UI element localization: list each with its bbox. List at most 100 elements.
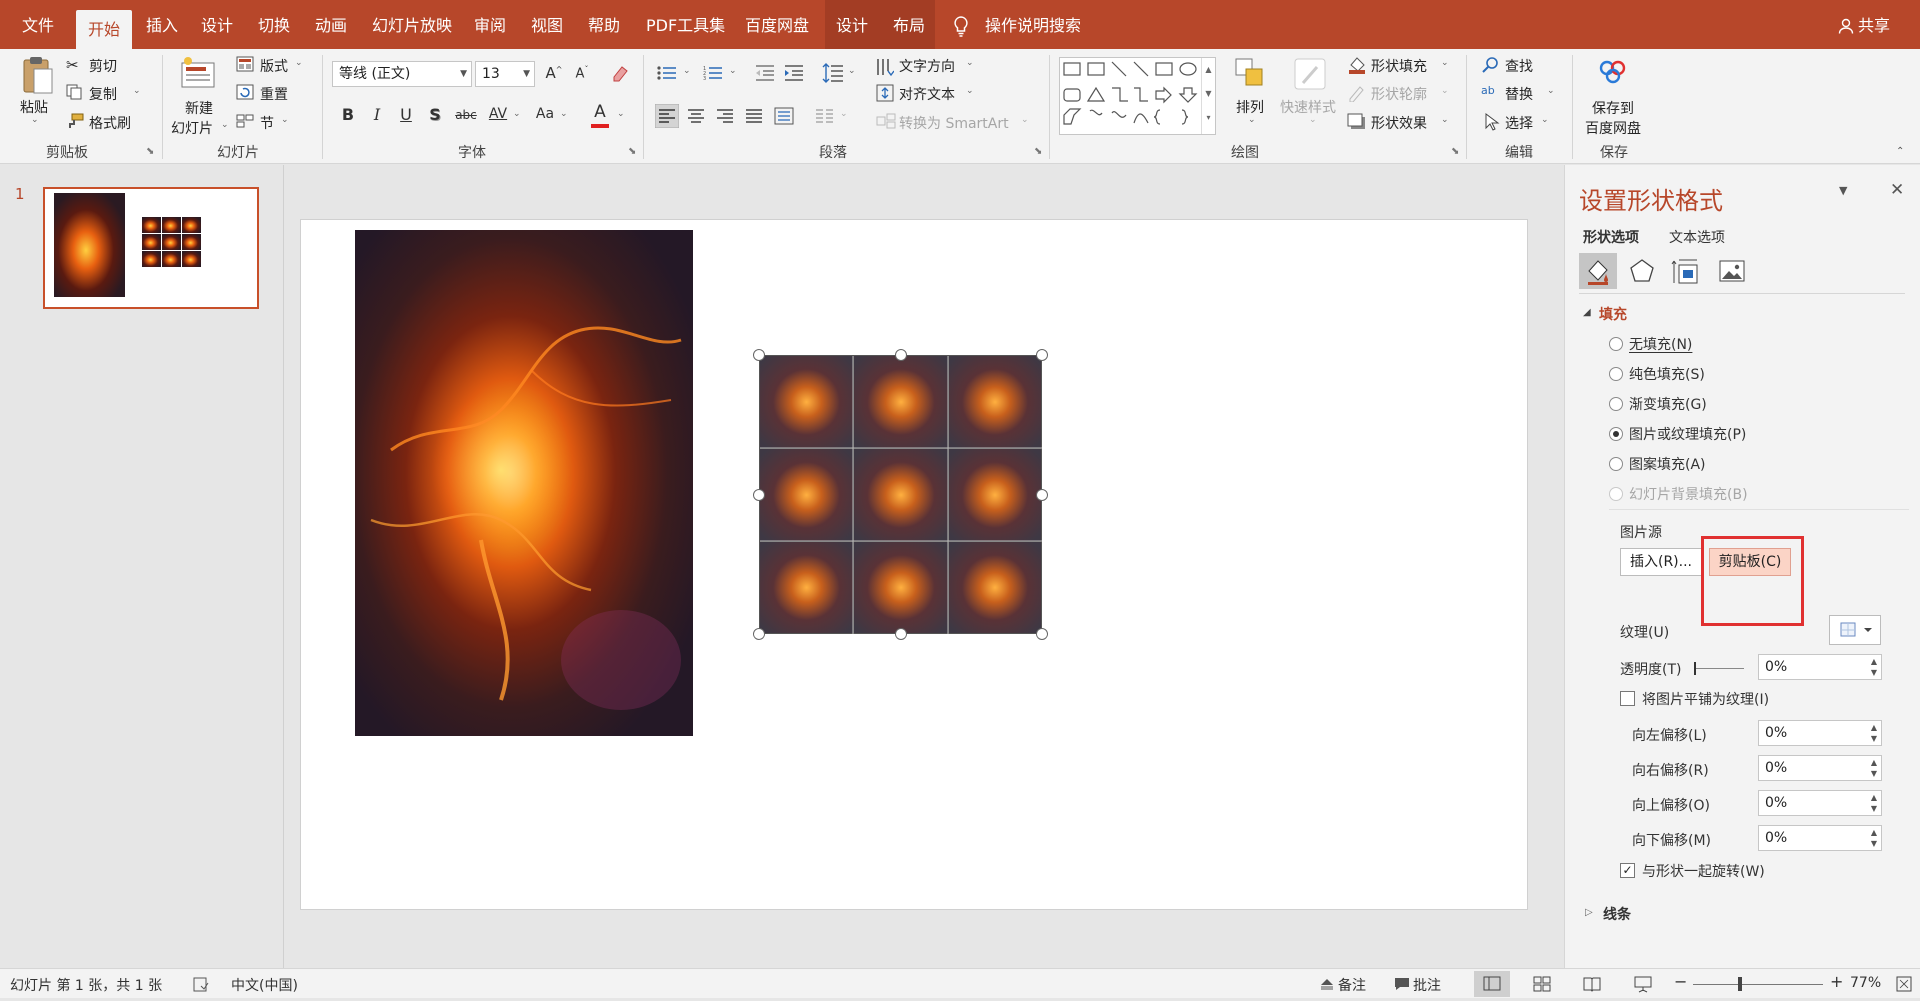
- bullets-dropdown-icon[interactable]: ⌄: [683, 66, 691, 76]
- tab-home[interactable]: 开始: [76, 10, 133, 49]
- copy-dropdown-icon[interactable]: ⌄: [133, 86, 141, 96]
- reset-button[interactable]: 重置: [260, 84, 288, 104]
- text-direction-dropdown-icon[interactable]: ⌄: [966, 58, 974, 68]
- tab-pdf-tools[interactable]: PDF工具集: [646, 0, 725, 49]
- find-button[interactable]: 查找: [1505, 56, 1533, 76]
- collapse-ribbon-icon[interactable]: ⌃: [1896, 146, 1904, 157]
- gradient-fill-label[interactable]: 渐变填充(G): [1629, 394, 1707, 414]
- quick-styles-button[interactable]: 快速样式: [1280, 97, 1336, 117]
- tab-baidu-netdisk[interactable]: 百度网盘: [745, 0, 809, 49]
- spacing-dropdown-icon[interactable]: ⌄: [513, 109, 521, 119]
- convert-to-smartart-button[interactable]: 转换为 SmartArt: [899, 113, 1009, 133]
- cut-button[interactable]: 剪切: [89, 56, 117, 76]
- fit-to-window-icon[interactable]: [1896, 976, 1912, 992]
- format-painter-button[interactable]: 格式刷: [89, 113, 131, 133]
- font-name-combo[interactable]: 等线 (正文) ▼: [332, 61, 472, 87]
- replace-button[interactable]: 替换: [1505, 84, 1533, 104]
- drawing-launcher-icon[interactable]: ⬊: [1451, 146, 1459, 157]
- tab-insert[interactable]: 插入: [146, 0, 178, 49]
- line-section-expand-icon[interactable]: ▷: [1585, 907, 1593, 918]
- resize-handle[interactable]: [753, 349, 765, 361]
- save-to-label-1[interactable]: 保存到: [1592, 98, 1634, 118]
- resize-handle[interactable]: [1036, 349, 1048, 361]
- resize-handle[interactable]: [1036, 489, 1048, 501]
- tile-checkbox[interactable]: [1620, 691, 1635, 706]
- radio-picture-fill[interactable]: [1609, 427, 1623, 441]
- picture-icon[interactable]: [1717, 257, 1747, 285]
- align-right-icon[interactable]: [716, 108, 734, 124]
- shadow-button[interactable]: S: [424, 105, 446, 124]
- bullets-icon[interactable]: [657, 65, 677, 81]
- section-button[interactable]: 节: [260, 113, 274, 133]
- tab-review[interactable]: 审阅: [474, 0, 506, 49]
- font-launcher-icon[interactable]: ⬊: [628, 146, 636, 157]
- resize-handle[interactable]: [895, 628, 907, 640]
- shapes-gallery[interactable]: ▲ ▼ ▾: [1059, 57, 1216, 135]
- justify-icon[interactable]: [745, 108, 763, 124]
- radio-no-fill[interactable]: [1609, 337, 1623, 351]
- fill-section-collapse-icon[interactable]: ◢: [1583, 307, 1591, 318]
- zoom-slider-thumb[interactable]: [1738, 977, 1742, 991]
- grow-font-button[interactable]: A^: [543, 64, 565, 82]
- zoom-level[interactable]: 77%: [1850, 975, 1881, 991]
- align-text-dropdown-icon[interactable]: ⌄: [966, 86, 974, 96]
- picture-fill-label[interactable]: 图片或纹理填充(P): [1629, 424, 1746, 444]
- strikethrough-button[interactable]: abc: [453, 108, 479, 122]
- select-dropdown-icon[interactable]: ⌄: [1541, 115, 1549, 125]
- arrange-button[interactable]: 排列: [1236, 97, 1264, 117]
- shape-fill-dropdown-icon[interactable]: ⌄: [1441, 58, 1449, 68]
- font-color-dropdown-icon[interactable]: ⌄: [617, 109, 625, 119]
- columns-icon[interactable]: [815, 108, 835, 124]
- shape-effects-button[interactable]: 形状效果: [1371, 113, 1427, 133]
- rotate-with-shape-label[interactable]: 与形状一起旋转(W): [1642, 861, 1765, 881]
- size-properties-icon[interactable]: [1671, 257, 1701, 285]
- arrange-icon[interactable]: [1234, 57, 1266, 91]
- zoom-slider[interactable]: [1693, 984, 1823, 985]
- slide-thumbnail[interactable]: [43, 187, 259, 309]
- transparency-slider[interactable]: [1694, 668, 1744, 669]
- offset-top-input[interactable]: 0% ▲ ▼: [1758, 790, 1882, 816]
- tab-transitions[interactable]: 切换: [258, 0, 290, 49]
- align-center-icon[interactable]: [687, 108, 705, 124]
- arrange-dropdown-icon[interactable]: ⌄: [1248, 115, 1256, 125]
- decrease-indent-icon[interactable]: [755, 65, 775, 81]
- numbering-icon[interactable]: 123: [703, 65, 723, 81]
- tab-animations[interactable]: 动画: [315, 0, 347, 49]
- shape-fill-button[interactable]: 形状填充: [1371, 56, 1427, 76]
- fill-section-header[interactable]: 填充: [1599, 304, 1627, 324]
- tab-file[interactable]: 文件: [22, 0, 54, 49]
- radio-gradient-fill[interactable]: [1609, 397, 1623, 411]
- new-slide-label-1[interactable]: 新建: [185, 98, 213, 118]
- numbering-dropdown-icon[interactable]: ⌄: [729, 66, 737, 76]
- pattern-fill-label[interactable]: 图案填充(A): [1629, 454, 1706, 474]
- effects-pentagon-icon[interactable]: [1627, 257, 1657, 285]
- resize-handle[interactable]: [753, 628, 765, 640]
- solid-fill-label[interactable]: 纯色填充(S): [1629, 364, 1705, 384]
- new-slide-icon[interactable]: [180, 55, 218, 91]
- slide-sorter-icon[interactable]: [1533, 976, 1551, 992]
- font-color-button[interactable]: A: [589, 102, 611, 122]
- insert-picture-button[interactable]: 插入(R)...: [1620, 548, 1702, 576]
- underline-button[interactable]: U: [395, 105, 417, 124]
- resize-handle[interactable]: [1036, 628, 1048, 640]
- shape-outline-button[interactable]: 形状轮廓: [1371, 84, 1427, 104]
- smartart-dropdown-icon[interactable]: ⌄: [1021, 115, 1029, 125]
- line-section-header[interactable]: 线条: [1603, 904, 1631, 924]
- italic-button[interactable]: I: [366, 105, 388, 124]
- fill-line-tab[interactable]: [1579, 253, 1617, 289]
- quick-styles-dropdown-icon[interactable]: ⌄: [1309, 115, 1317, 125]
- save-to-label-2[interactable]: 百度网盘: [1585, 118, 1641, 138]
- shrink-font-button[interactable]: Aˇ: [571, 65, 593, 81]
- paragraph-launcher-icon[interactable]: ⬊: [1034, 146, 1042, 157]
- align-left-icon[interactable]: [655, 104, 679, 128]
- text-direction-button[interactable]: 文字方向: [899, 56, 955, 76]
- offset-bottom-input[interactable]: 0% ▲ ▼: [1758, 825, 1882, 851]
- reading-view-icon[interactable]: [1583, 976, 1601, 992]
- line-spacing-icon[interactable]: [822, 63, 844, 83]
- section-dropdown-icon[interactable]: ⌄: [281, 115, 289, 125]
- clipboard-launcher-icon[interactable]: ⬊: [146, 146, 154, 157]
- zoom-in-button[interactable]: +: [1830, 972, 1843, 991]
- tab-help[interactable]: 帮助: [588, 0, 620, 49]
- texture-picker[interactable]: [1829, 615, 1881, 645]
- pane-options-dropdown-icon[interactable]: ▼: [1839, 184, 1847, 197]
